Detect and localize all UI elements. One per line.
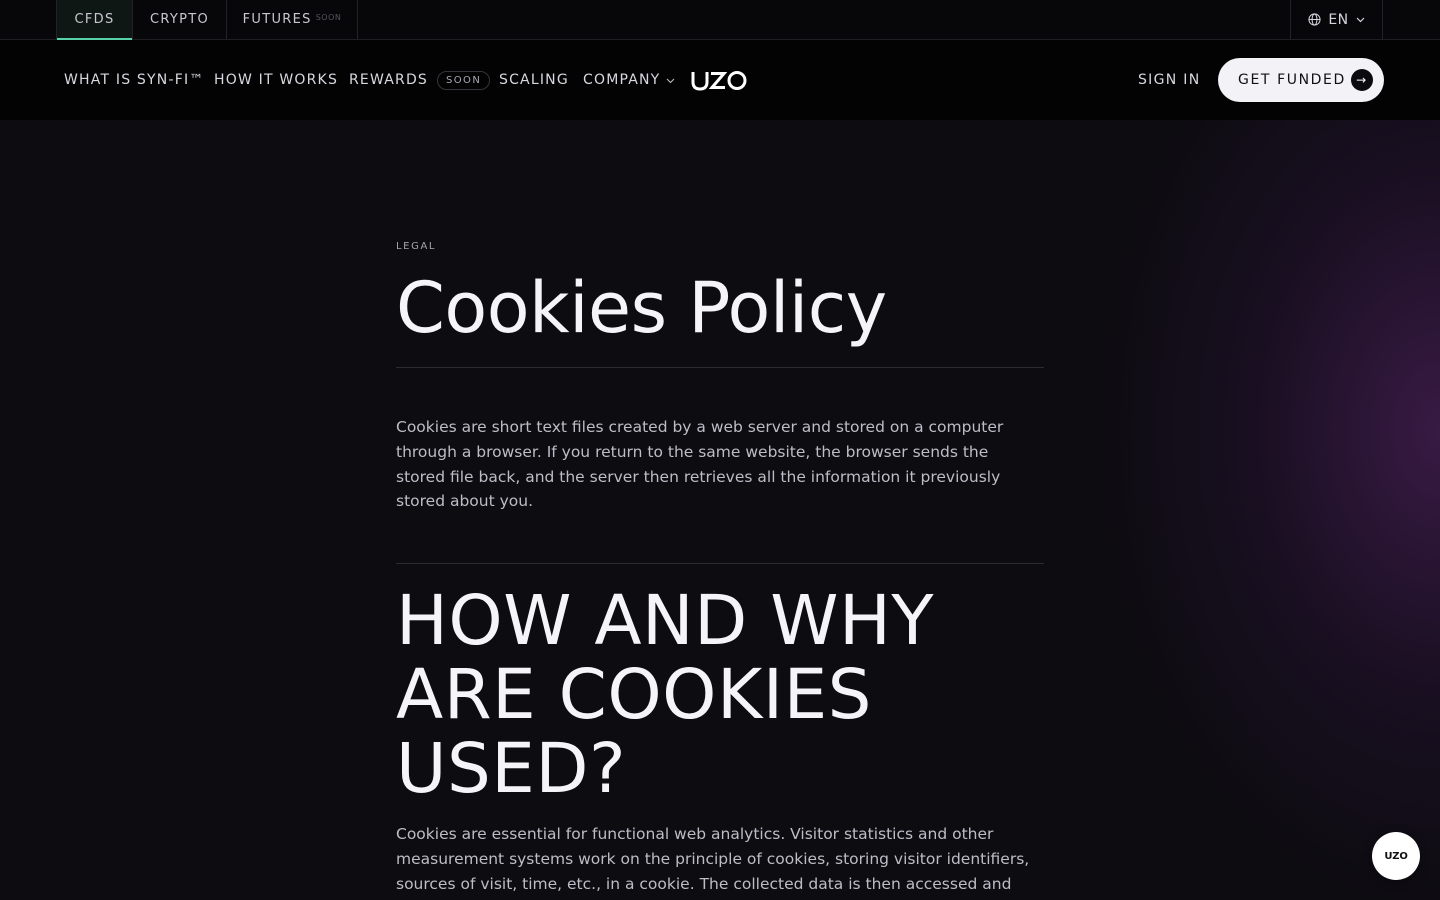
logo-wordmark [691,71,747,91]
nav-how-it-works[interactable]: HOW IT WORKS [214,40,338,120]
section-heading: HOW AND WHY ARE COOKIES USED? [396,581,934,809]
language-selector[interactable]: EN [1290,0,1383,39]
sign-in-link[interactable]: SIGN IN [1138,40,1201,120]
divider [396,367,1044,368]
nav-rewards-label: REWARDS [349,72,429,88]
futures-soon-badge: SOON [315,12,342,22]
tab-cfds-label: CFDS [74,12,115,27]
nav-rewards[interactable]: REWARDS SOON [349,40,491,120]
divider [396,563,1044,564]
nav-scaling[interactable]: SCALING [499,40,569,120]
tab-crypto[interactable]: CRYPTO [133,0,227,39]
intro-paragraph: Cookies are short text files created by … [396,418,1004,511]
nav-what-is-synfi[interactable]: WHAT IS SYN-FI™ [64,40,204,120]
language-label: EN [1328,11,1349,28]
nav-company-label: COMPANY [583,72,661,88]
get-funded-label: GET FUNDED [1238,72,1346,88]
chevron-down-icon [1356,17,1365,23]
eyebrow-label: LEGAL [396,241,437,252]
product-switcher-bar: CFDS CRYPTO FUTURES SOON EN [0,0,1440,40]
uzo-logo[interactable] [690,64,748,96]
globe-icon [1308,13,1321,26]
get-funded-button[interactable]: GET FUNDED → [1218,58,1384,102]
tab-futures: FUTURES SOON [227,0,358,39]
tab-futures-label: FUTURES [242,12,312,27]
arrow-right-icon: → [1351,69,1373,91]
tab-cfds[interactable]: CFDS [56,0,133,40]
nav-company-dropdown[interactable]: COMPANY [583,40,675,120]
chat-launcher-button[interactable]: UZO [1372,832,1420,880]
page-title: Cookies Policy [396,267,887,349]
chat-launcher-logo: UZO [1384,850,1408,862]
tab-crypto-label: CRYPTO [149,12,210,27]
main-navigation: WHAT IS SYN-FI™ HOW IT WORKS REWARDS SOO… [0,40,1440,120]
section-paragraph: Cookies are essential for functional web… [396,825,1030,893]
rewards-soon-badge: SOON [437,70,491,90]
chevron-down-icon [666,72,675,88]
